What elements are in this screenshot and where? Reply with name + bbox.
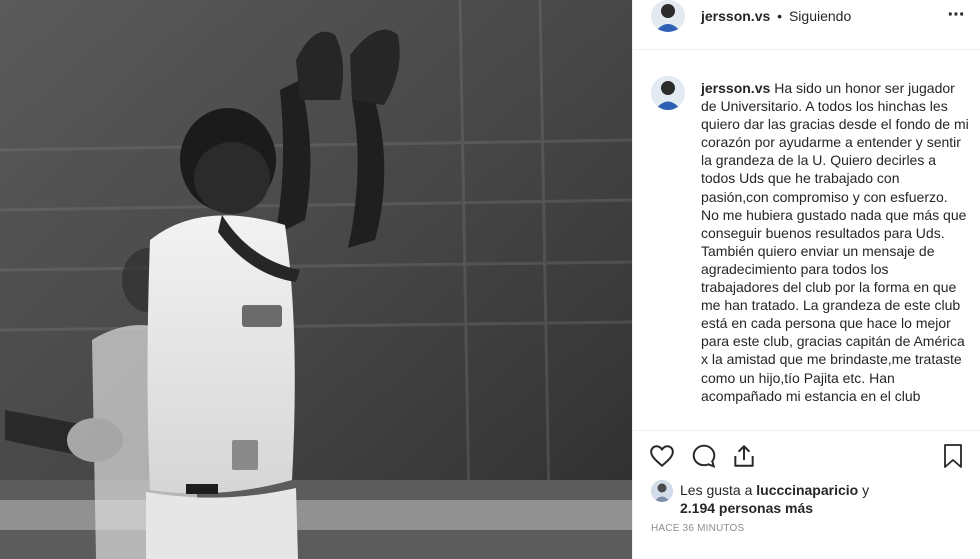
author-username[interactable]: jersson.vs (701, 8, 770, 24)
caption-author-avatar[interactable] (651, 76, 685, 110)
post-header: jersson.vs • Siguiendo ··· (633, 0, 980, 50)
post-photo[interactable] (0, 0, 632, 559)
likes-count-text[interactable]: 2.194 personas más (680, 500, 813, 516)
caption-text: Ha sido un honor ser jugador de Universi… (701, 80, 969, 404)
author-avatar[interactable] (651, 0, 685, 32)
likes-line: Les gusta a lucccinaparicio y (680, 481, 869, 499)
share-upload-icon[interactable] (731, 443, 759, 471)
follow-status[interactable]: Siguiendo (789, 8, 851, 24)
post-caption: jersson.vs Ha sido un honor ser jugador d… (701, 79, 969, 405)
post-actions: Les gusta a lucccinaparicio y 2.194 pers… (633, 430, 980, 559)
likes-conjunction: y (862, 482, 870, 498)
likes-count[interactable]: 2.194 personas más (680, 499, 813, 517)
more-options-icon[interactable]: ··· (945, 5, 967, 26)
likes-prefix: Les gusta a (680, 482, 753, 498)
liker-username[interactable]: lucccinaparicio (756, 482, 858, 498)
post-photo-image (0, 0, 632, 559)
liker-avatar[interactable] (651, 480, 673, 502)
comment-bubble-icon[interactable] (691, 443, 719, 471)
header-separator: • (777, 8, 783, 24)
caption-username[interactable]: jersson.vs (701, 80, 770, 96)
comments-section[interactable]: jersson.vs Ha sido un honor ser jugador d… (633, 51, 980, 429)
bookmark-icon[interactable] (941, 443, 969, 471)
heart-icon[interactable] (649, 443, 677, 471)
post-side-panel: jersson.vs • Siguiendo ··· jersson.vs Ha … (632, 0, 980, 559)
post-timestamp[interactable]: HACE 36 MINUTOS (651, 523, 744, 534)
header-text: jersson.vs • Siguiendo (701, 8, 851, 25)
